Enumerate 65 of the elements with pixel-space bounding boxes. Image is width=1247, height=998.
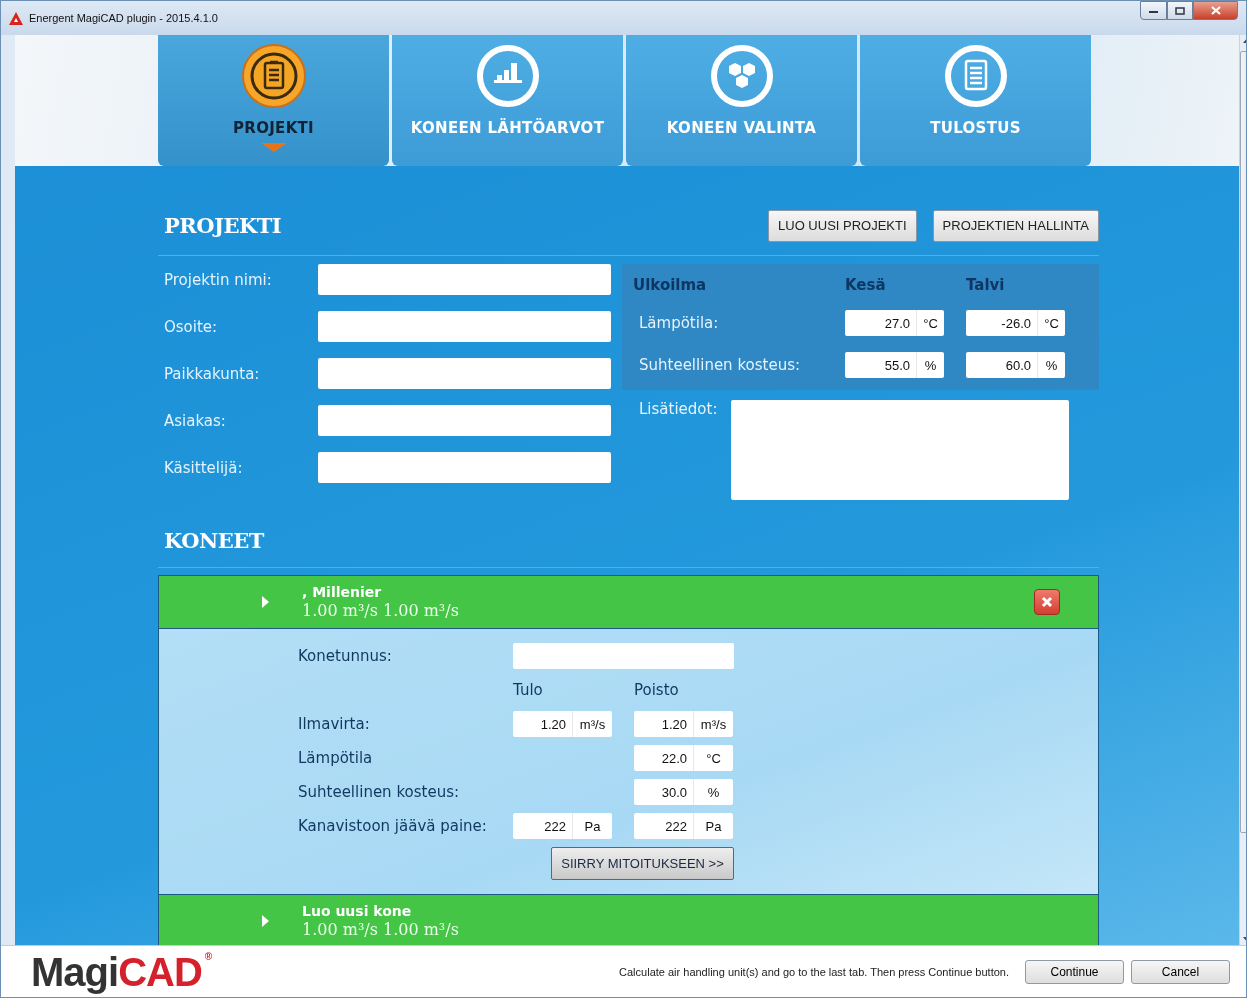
app-logo-icon (9, 11, 23, 25)
close-icon (1210, 6, 1221, 15)
expand-arrow-icon (262, 596, 269, 608)
field-label: Kanavistoon jäävä paine: (298, 817, 488, 835)
toolbar-button[interactable]: PROJEKTIEN HALLINTA (932, 209, 1099, 242)
input-field[interactable] (318, 311, 611, 342)
column-heading: Talvi (966, 276, 1006, 294)
field-label: Projektin nimi: (163, 270, 273, 289)
bar-chart-icon (474, 43, 541, 109)
field-label: Paikkakunta: (163, 364, 261, 383)
field-label: Asiakas: (163, 411, 227, 430)
value-field[interactable]: 55.0 % (845, 352, 944, 378)
input-field[interactable] (318, 358, 611, 389)
column-heading: Ulkoilma (633, 276, 708, 294)
notes-field[interactable] (731, 400, 1069, 500)
window-title: Energent MagiCAD plugin - 2015.4.1.0 (29, 12, 218, 24)
section-title: KONEET (164, 528, 264, 553)
field-label: Konetunnus: (298, 647, 393, 665)
field-label: Suhteellinen kosteus: (638, 356, 801, 374)
footer-button[interactable]: Continue (1025, 959, 1124, 984)
input-field[interactable] (318, 405, 611, 436)
machine-flow: 1.00 m³/s 1.00 m³/s (302, 919, 459, 939)
input-field[interactable] (318, 452, 611, 483)
value-field[interactable]: 222 Pa (634, 813, 733, 839)
value-field[interactable]: 1.20 m³/s (513, 711, 612, 737)
machine-title: Luo uusi kone (302, 902, 413, 919)
maximize-button[interactable] (1167, 1, 1193, 20)
nav-tab[interactable]: PROJEKTI (158, 35, 389, 166)
section-title: PROJEKTI (164, 213, 282, 238)
value-field[interactable]: -26.0 °C (966, 310, 1065, 336)
machine-flow: 1.00 m³/s 1.00 m³/s (302, 601, 459, 620)
expand-arrow-icon (262, 914, 269, 927)
column-heading: Tulo (513, 681, 544, 699)
delete-button[interactable] (1034, 589, 1060, 615)
hexagons-icon (708, 43, 775, 109)
machine-title: , Millenier (302, 584, 383, 600)
maximize-icon (1175, 6, 1185, 15)
field-label: Osoite: (163, 317, 219, 336)
value-field[interactable]: 22.0 °C (634, 745, 733, 771)
sizing-button[interactable]: SIIRRY MITOITUKSEEN >> (551, 847, 734, 880)
clipboard-icon (240, 43, 307, 109)
column-heading: Kesä (845, 276, 887, 294)
value-field[interactable]: 1.20 m³/s (634, 711, 733, 737)
value-field[interactable]: 60.0 % (966, 352, 1065, 378)
close-icon (1041, 596, 1053, 608)
value-field[interactable]: 27.0 °C (845, 310, 944, 336)
footer-button[interactable]: Cancel (1131, 959, 1230, 984)
column-heading: Poisto (634, 681, 680, 699)
input-field[interactable] (513, 643, 734, 669)
toolbar-button[interactable]: LUO UUSI PROJEKTI (768, 209, 917, 242)
field-label: Ilmavirta: (298, 715, 371, 733)
field-label: Lämpötila: (638, 314, 720, 332)
value-field[interactable]: 222 Pa (513, 813, 612, 839)
field-label: Suhteellinen kosteus: (298, 783, 460, 801)
field-label: Käsittelijä: (163, 458, 244, 477)
caret-icon (260, 143, 287, 152)
document-icon (942, 43, 1009, 109)
input-field[interactable] (318, 264, 611, 295)
field-label: Lämpötila (298, 749, 374, 767)
close-button[interactable] (1193, 1, 1238, 20)
minimize-button[interactable] (1140, 1, 1167, 20)
magicad-logo: MagiCAD® (31, 951, 212, 992)
field-label: Lisätiedot: (638, 400, 719, 420)
value-field[interactable]: 30.0 % (634, 779, 733, 805)
status-message: Calculate air handling unit(s) and go to the last tab. Then press Continue button. (619, 965, 1009, 978)
